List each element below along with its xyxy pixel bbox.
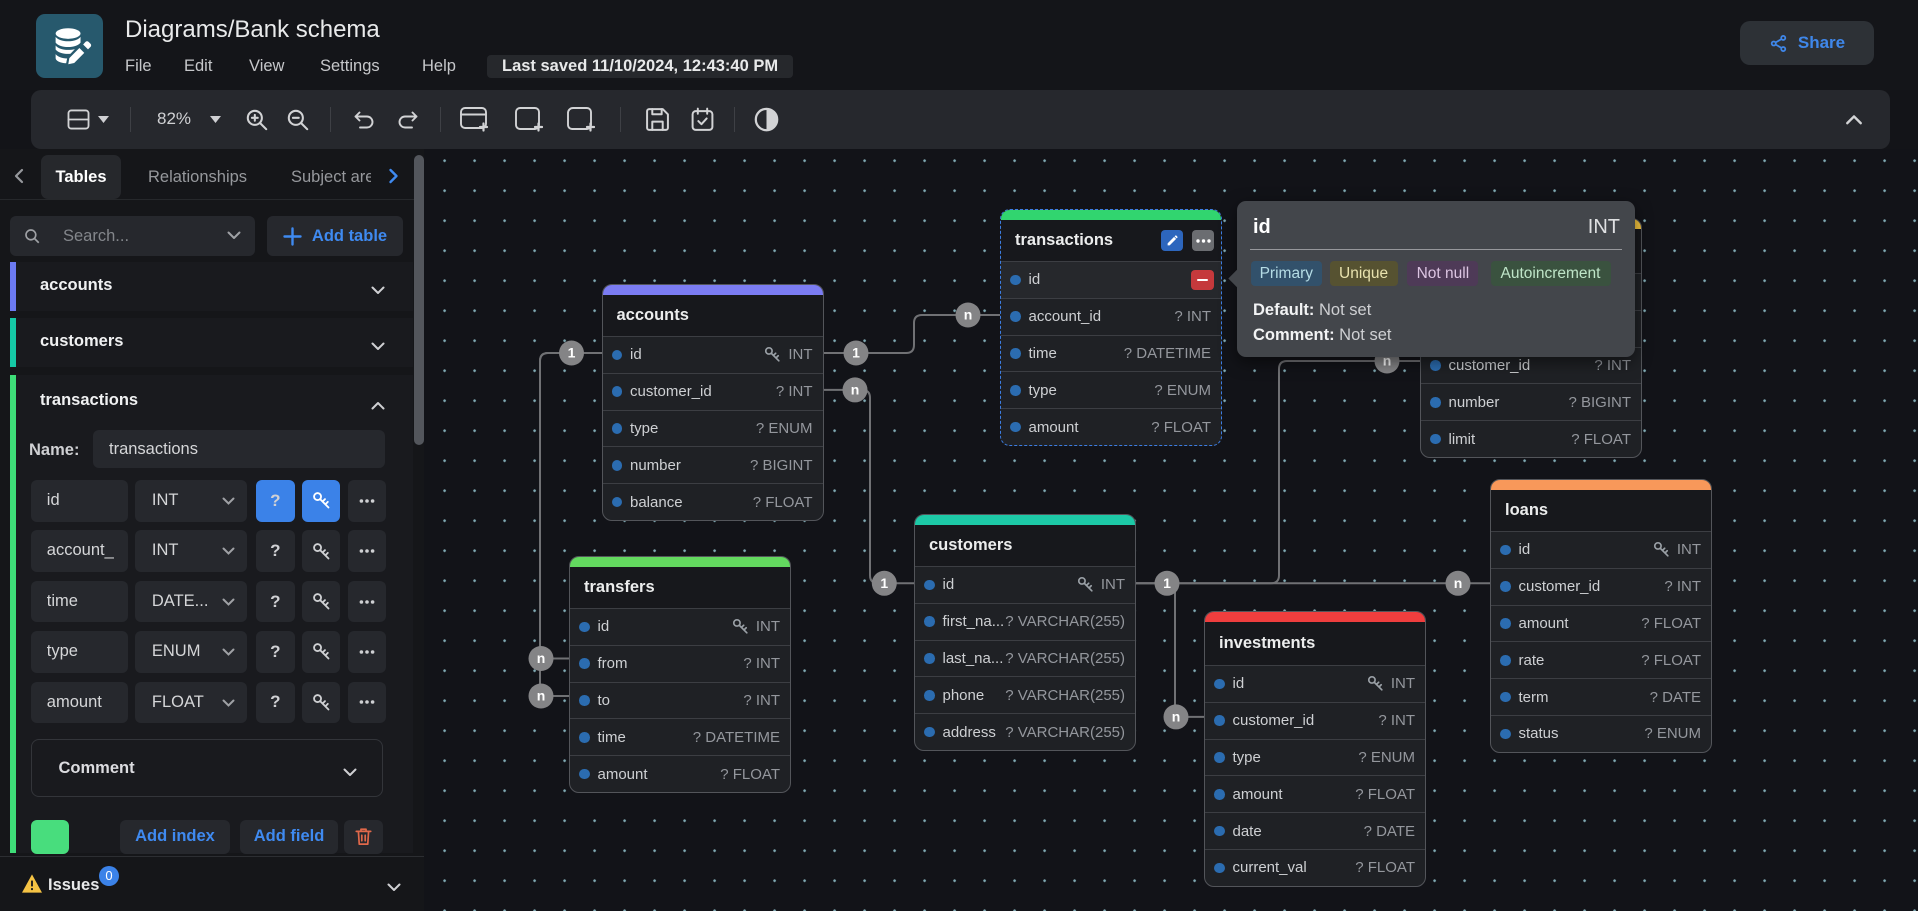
svg-text:n: n: [851, 381, 860, 397]
svg-text:n: n: [537, 650, 546, 666]
svg-text:1: 1: [852, 345, 860, 361]
svg-text:n: n: [1454, 575, 1463, 591]
svg-text:1: 1: [880, 575, 888, 591]
svg-text:n: n: [537, 688, 546, 704]
svg-text:1: 1: [1163, 575, 1171, 591]
svg-text:n: n: [1172, 708, 1181, 724]
svg-text:1: 1: [568, 345, 576, 361]
svg-text:n: n: [964, 307, 973, 323]
